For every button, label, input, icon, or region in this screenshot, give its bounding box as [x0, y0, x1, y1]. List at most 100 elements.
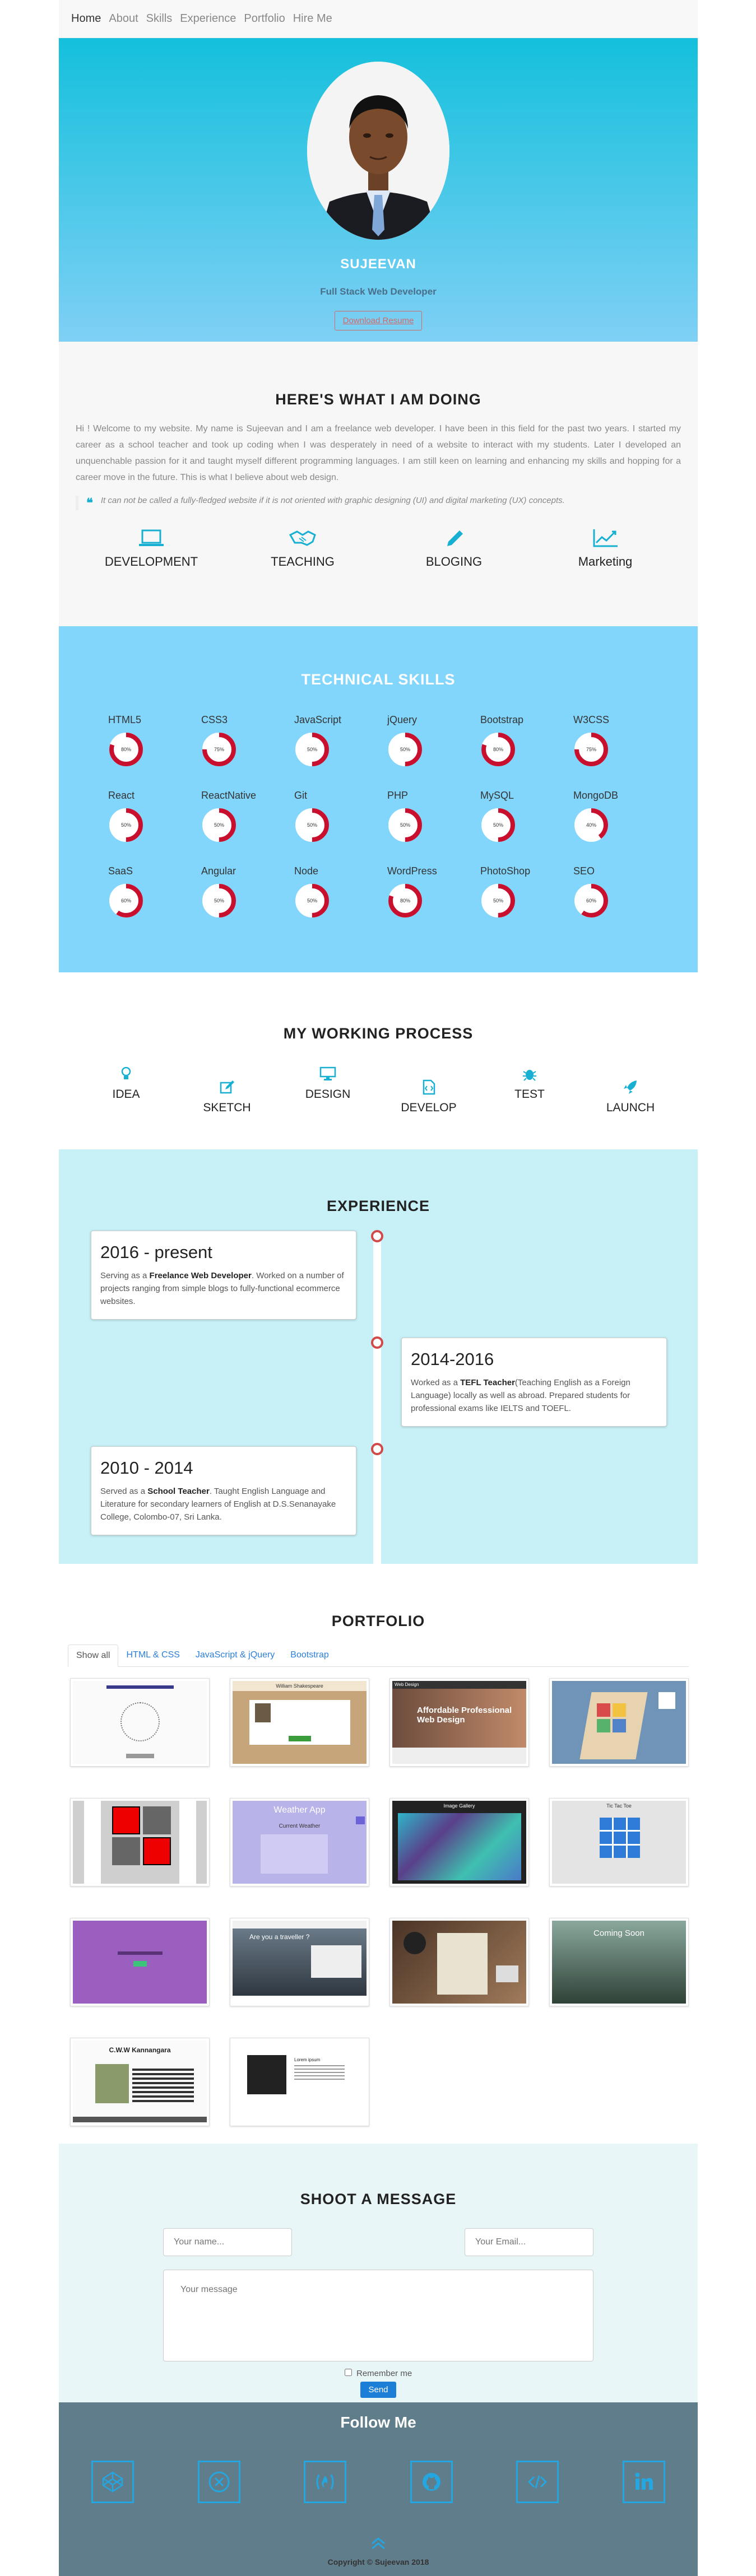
- portfolio-item[interactable]: Image Gallery: [389, 1798, 529, 1886]
- tab-bootstrap[interactable]: Bootstrap: [282, 1645, 336, 1666]
- portfolio-item[interactable]: Web Design Affordable Professional Web D…: [389, 1678, 529, 1767]
- skill-ring: 50%: [481, 808, 515, 842]
- message-input[interactable]: [163, 2270, 593, 2361]
- skill-percent: 80%: [400, 898, 410, 903]
- tab-javascript-jquery[interactable]: JavaScript & jQuery: [188, 1645, 282, 1666]
- thumb-title: William Shakespeare: [233, 1681, 367, 1691]
- doing-label: Marketing: [578, 555, 633, 569]
- doing-development: DEVELOPMENT: [90, 527, 213, 569]
- skill-ring: 75%: [574, 733, 608, 766]
- skill-ring: 50%: [109, 808, 143, 842]
- nav-hire-me[interactable]: Hire Me: [293, 12, 332, 25]
- skill-ring: 40%: [574, 808, 608, 842]
- portfolio-item[interactable]: C.W.W Kannangara: [70, 2038, 210, 2126]
- portfolio-item[interactable]: [70, 1798, 210, 1886]
- skill-percent: 50%: [307, 747, 317, 752]
- github-icon[interactable]: [410, 2461, 453, 2503]
- skill-ring: 50%: [202, 808, 236, 842]
- bug-icon: [523, 1070, 536, 1081]
- skill-name: PHP: [387, 790, 409, 801]
- portfolio-item[interactable]: [549, 1678, 689, 1767]
- process-step-idea: IDEA: [87, 1066, 165, 1115]
- nav-home[interactable]: Home: [71, 12, 101, 25]
- send-button[interactable]: Send: [360, 2382, 396, 2398]
- profile-photo: [307, 62, 449, 240]
- skill-percent: 75%: [214, 747, 224, 752]
- linkedin-icon[interactable]: [622, 2461, 665, 2503]
- skill-ring: 80%: [109, 733, 143, 766]
- skill-item: MySQL 50%: [480, 790, 573, 843]
- process-step-launch: LAUNCH: [591, 1079, 670, 1115]
- portfolio-title: PORTFOLIO: [331, 1613, 425, 1629]
- copyright: Copyright © Sujeevan 2018: [327, 2558, 429, 2566]
- pencil-icon: [447, 530, 463, 546]
- back-to-top[interactable]: [59, 2537, 698, 2553]
- experience-title: EXPERIENCE: [326, 1198, 430, 1214]
- skill-item: SEO 60%: [573, 865, 666, 919]
- process-label: LAUNCH: [606, 1101, 655, 1114]
- remember-label: Remember me: [356, 2369, 412, 2378]
- nav-skills[interactable]: Skills: [146, 12, 173, 25]
- portfolio-item[interactable]: Lorem ipsum: [230, 2038, 369, 2126]
- skills-section: TECHNICAL SKILLS HTML5 80% CSS3 75% JavaScri…: [59, 626, 698, 972]
- doing-bloging: BLOGING: [392, 527, 516, 569]
- skill-item: Bootstrap 80%: [480, 714, 573, 767]
- tab-html-css[interactable]: HTML & CSS: [118, 1645, 187, 1666]
- portfolio-item[interactable]: Coming Soon: [549, 1918, 689, 2006]
- experience-desc: Serving as a Freelance Web Developer. Wo…: [100, 1269, 347, 1308]
- process-step-sketch: SKETCH: [188, 1079, 266, 1115]
- form-row: [163, 2228, 593, 2256]
- skill-ring: 80%: [388, 884, 422, 917]
- email-input[interactable]: [465, 2228, 593, 2256]
- code-icon[interactable]: [516, 2461, 559, 2503]
- about-title: HERE'S WHAT I AM DOING: [275, 391, 481, 408]
- timeline-line: [373, 1231, 381, 1564]
- skill-item: jQuery 50%: [387, 714, 480, 767]
- portfolio-item[interactable]: [70, 1678, 210, 1767]
- thumb-headline: Affordable Professional Web Design: [417, 1706, 512, 1725]
- thumb-title: C.W.W Kannangara: [109, 2046, 171, 2054]
- portfolio-item[interactable]: William Shakespeare: [230, 1678, 369, 1767]
- skill-name: jQuery: [387, 714, 418, 725]
- experience-desc: Worked as a TEFL Teacher(Teaching Englis…: [411, 1376, 657, 1415]
- skill-item: W3CSS 75%: [573, 714, 666, 767]
- codepen-icon[interactable]: [91, 2461, 134, 2503]
- skills-title: TECHNICAL SKILLS: [301, 671, 456, 688]
- skill-item: JavaScript 50%: [294, 714, 387, 767]
- skill-ring: 75%: [202, 733, 236, 766]
- portfolio-item[interactable]: Are you a traveller ?: [230, 1918, 369, 2006]
- portfolio-item[interactable]: [389, 1918, 529, 2006]
- skill-item: SaaS 60%: [108, 865, 201, 919]
- skill-percent: 50%: [307, 822, 317, 828]
- name-input[interactable]: [163, 2228, 292, 2256]
- desc-role: TEFL Teacher: [460, 1378, 515, 1387]
- nav-portfolio[interactable]: Portfolio: [244, 12, 285, 25]
- doing-list: DEVELOPMENT TEACHING BLOGING Marketing: [76, 527, 681, 569]
- portfolio-item[interactable]: Tic Tac Toe: [549, 1798, 689, 1886]
- hero-role: Full Stack Web Developer: [320, 286, 437, 297]
- portfolio-item[interactable]: [70, 1918, 210, 2006]
- skill-percent: 50%: [493, 898, 503, 903]
- download-resume-button[interactable]: Download Resume: [334, 311, 423, 330]
- skill-ring: 50%: [295, 808, 329, 842]
- doing-marketing: Marketing: [544, 527, 667, 569]
- skill-percent: 75%: [586, 747, 596, 752]
- freecodecamp-icon[interactable]: [304, 2461, 347, 2503]
- remember-checkbox[interactable]: [344, 2369, 352, 2376]
- doing-label: TEACHING: [271, 555, 335, 569]
- nav-experience[interactable]: Experience: [180, 12, 236, 25]
- codesandbox-icon[interactable]: [197, 2461, 240, 2503]
- skill-item: Angular 50%: [201, 865, 294, 919]
- portfolio-item[interactable]: Weather App Current Weather: [230, 1798, 369, 1886]
- lightbulb-icon: [121, 1066, 131, 1079]
- experience-desc: Served as a School Teacher. Taught Engli…: [100, 1485, 347, 1524]
- skill-item: CSS3 75%: [201, 714, 294, 767]
- skills-grid: HTML5 80% CSS3 75% JavaScript 50% jQuery 50% Boo…: [108, 714, 698, 919]
- skill-item: HTML5 80%: [108, 714, 201, 767]
- skill-ring: 50%: [388, 808, 422, 842]
- tab-show-all[interactable]: Show all: [68, 1645, 119, 1667]
- nav-about[interactable]: About: [109, 12, 138, 25]
- skill-name: SEO: [573, 865, 595, 877]
- desc-text: Serving as a: [100, 1271, 150, 1280]
- process-step-test: TEST: [490, 1066, 569, 1115]
